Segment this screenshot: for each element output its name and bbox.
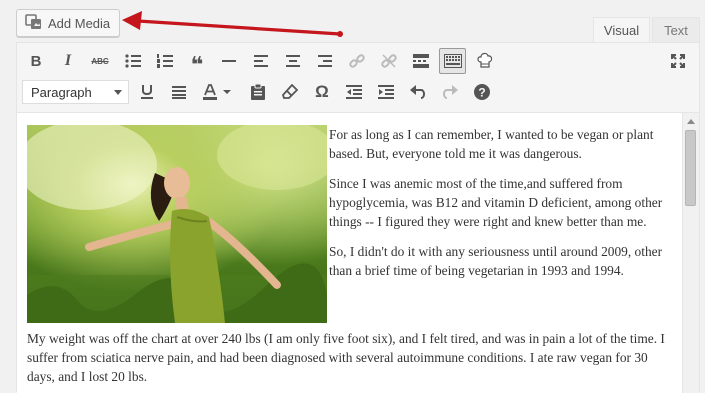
horizontal-line-button[interactable] (216, 48, 242, 74)
toolbar-row-2: Paragraph Ω ? (17, 77, 699, 109)
toolbar-row-1: B I ABC ❝ (17, 46, 699, 78)
editor-content[interactable]: For as long as I can remember, I wanted … (17, 112, 699, 393)
bulleted-list-icon (125, 54, 141, 68)
unlink-icon (381, 54, 397, 68)
numbered-list-icon (157, 54, 173, 68)
format-select-value: Paragraph (31, 84, 92, 100)
paste-as-text-button[interactable] (245, 79, 271, 105)
underline-button[interactable] (134, 79, 160, 105)
tab-text[interactable]: Text (652, 17, 700, 43)
editor: B I ABC ❝ Paragraph Ω ? For as long as I… (16, 42, 700, 393)
increase-indent-button[interactable] (373, 79, 399, 105)
bold-button[interactable]: B (23, 48, 49, 74)
numbered-list-button[interactable] (152, 48, 178, 74)
italic-icon: I (64, 52, 72, 69)
remove-link-button[interactable] (376, 48, 402, 74)
keyboard-icon (443, 54, 462, 68)
blockquote-button[interactable]: ❝ (184, 48, 210, 77)
toolbar-toggle-button[interactable] (439, 48, 466, 74)
strikethrough-icon: ABC (91, 56, 109, 66)
omega-icon: Ω (315, 82, 329, 101)
clipboard-icon (251, 84, 265, 100)
align-center-icon (286, 55, 300, 67)
bold-icon: B (30, 52, 42, 70)
bulleted-list-button[interactable] (120, 48, 146, 74)
chef-hat-icon (477, 52, 493, 68)
eraser-icon (282, 84, 298, 99)
outdent-icon (346, 85, 362, 99)
svg-text:?: ? (478, 86, 485, 100)
blockquote-icon: ❝ (190, 52, 204, 77)
undo-icon (410, 85, 425, 99)
paragraph-4: My weight was off the chart at over 240 … (27, 331, 665, 384)
read-more-icon (413, 54, 429, 68)
redo-button[interactable] (437, 79, 463, 105)
horizontal-line-icon (222, 60, 236, 62)
align-left-icon (254, 55, 268, 67)
post-body[interactable]: For as long as I can remember, I wanted … (27, 125, 677, 393)
help-icon: ? (474, 84, 490, 100)
format-select[interactable]: Paragraph (22, 80, 129, 104)
justify-button[interactable] (166, 79, 192, 105)
woman-in-grass-image[interactable] (27, 125, 327, 323)
photo-illustration (27, 125, 327, 323)
strikethrough-button[interactable]: ABC (87, 48, 113, 74)
align-center-button[interactable] (280, 48, 306, 74)
special-character-button[interactable]: Ω (309, 79, 335, 105)
indent-icon (378, 85, 394, 99)
redo-icon (443, 85, 458, 99)
tab-visual[interactable]: Visual (593, 17, 650, 43)
chef-hat-button[interactable] (472, 48, 498, 74)
fullscreen-button[interactable] (665, 48, 691, 74)
help-button[interactable]: ? (469, 79, 495, 105)
text-color-icon (203, 84, 231, 100)
scroll-up-icon[interactable] (687, 119, 695, 124)
annotation-arrow (122, 11, 343, 37)
media-icon (25, 13, 42, 33)
chevron-down-icon (114, 90, 122, 95)
text-color-button[interactable] (198, 79, 238, 105)
insert-link-button[interactable] (344, 48, 370, 74)
italic-button[interactable]: I (55, 48, 81, 74)
undo-button[interactable] (405, 79, 431, 105)
fullscreen-icon (671, 54, 685, 68)
align-right-button[interactable] (312, 48, 338, 74)
underline-icon (141, 85, 153, 99)
add-media-button[interactable]: Add Media (16, 9, 120, 37)
editor-scrollbar[interactable] (682, 113, 699, 393)
scroll-thumb[interactable] (685, 130, 696, 206)
justify-icon (172, 85, 186, 99)
link-icon (349, 54, 365, 68)
add-media-label: Add Media (48, 15, 111, 31)
clear-formatting-button[interactable] (277, 79, 303, 105)
align-right-icon (318, 55, 332, 67)
read-more-button[interactable] (408, 48, 434, 74)
align-left-button[interactable] (248, 48, 274, 74)
decrease-indent-button[interactable] (341, 79, 367, 105)
